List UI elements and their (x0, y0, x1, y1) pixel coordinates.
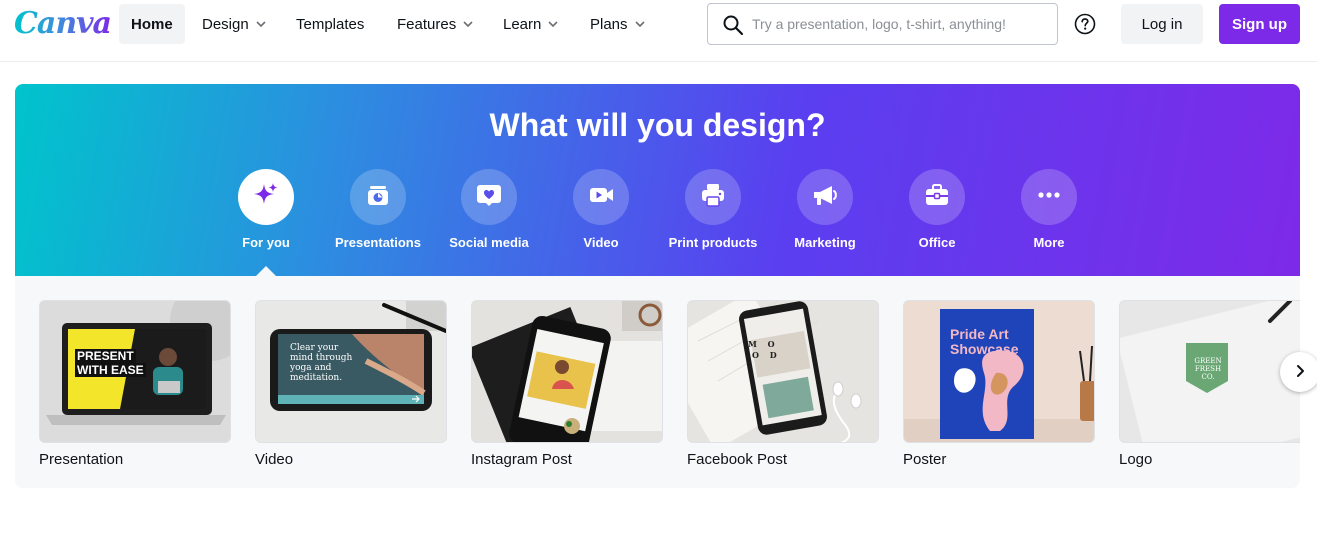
video-camera-icon (587, 181, 615, 214)
category-social-media[interactable]: Social media (433, 169, 545, 250)
thumbnail-text: GREEN FRESH CO. (1194, 357, 1222, 381)
template-card-label: Presentation (39, 451, 124, 468)
category-marketing[interactable]: Marketing (769, 169, 881, 250)
briefcase-icon (923, 181, 951, 214)
template-card-label: Video (255, 451, 294, 468)
category-label: More (1033, 235, 1065, 250)
template-card-label: Instagram Post (471, 451, 572, 468)
category-circle (461, 169, 517, 225)
template-thumbnail: M O O D (687, 300, 879, 443)
nav-templates[interactable]: Templates (284, 4, 376, 44)
category-circle (238, 169, 294, 225)
carousel-next-button[interactable] (1280, 352, 1317, 392)
category-presentations[interactable]: Presentations (322, 169, 434, 250)
thumbnail-text: Clear your mind through yoga and meditat… (290, 343, 353, 383)
thumbnail-text: Pride Art Showcase (950, 326, 1019, 357)
nav-plans-label: Plans (590, 15, 628, 33)
nav-home-label: Home (131, 15, 173, 33)
category-label: Marketing (794, 235, 856, 250)
template-card-label: Facebook Post (687, 451, 788, 468)
category-circle (685, 169, 741, 225)
sparkle-icon (252, 181, 280, 214)
active-category-pointer (256, 266, 276, 276)
template-thumbnail: Pride Art Showcase (903, 300, 1095, 443)
category-video[interactable]: Video (545, 169, 657, 250)
heart-chat-icon (475, 181, 503, 214)
template-card-logo[interactable]: GREEN FRESH CO. Logo (1119, 300, 1300, 468)
template-card-facebook-post[interactable]: M O O D Facebook Post (687, 300, 879, 468)
chevron-down-icon (462, 18, 474, 30)
login-button[interactable]: Log in (1121, 4, 1203, 44)
chevron-down-icon (255, 18, 267, 30)
nav-templates-label: Templates (296, 15, 365, 33)
category-label: For you (242, 235, 290, 250)
template-carousel: PRESENT WITH EASE Presentation Clear you… (15, 276, 1300, 488)
nav-plans[interactable]: Plans (578, 4, 658, 44)
category-for-you[interactable]: For you (210, 169, 322, 250)
category-label: Social media (449, 235, 529, 250)
canva-logo[interactable]: Canva (14, 6, 112, 41)
hero-title: What will you design? (489, 107, 826, 143)
search-input[interactable] (752, 4, 1052, 44)
category-circle (909, 169, 965, 225)
category-circle (797, 169, 853, 225)
hero-banner: What will you design? For you Presentati… (15, 84, 1300, 276)
phone-illustration (688, 301, 878, 442)
category-more[interactable]: More (993, 169, 1105, 250)
category-circle (1021, 169, 1077, 225)
signup-button[interactable]: Sign up (1219, 4, 1300, 44)
nav-design-label: Design (202, 15, 249, 33)
template-thumbnail: Clear your mind through yoga and meditat… (255, 300, 447, 443)
thumbnail-text: PRESENT WITH EASE (75, 349, 146, 377)
nav-design[interactable]: Design (190, 4, 279, 44)
nav-home[interactable]: Home (119, 4, 185, 44)
poster-illustration (904, 301, 1094, 442)
template-card-video[interactable]: Clear your mind through yoga and meditat… (255, 300, 447, 468)
template-thumbnail (471, 300, 663, 443)
help-icon[interactable] (1074, 13, 1096, 35)
category-label: Print products (668, 235, 758, 250)
phone-illustration (472, 301, 662, 442)
nav-learn-label: Learn (503, 15, 542, 33)
template-thumbnail: GREEN FRESH CO. (1119, 300, 1300, 443)
chevron-down-icon (547, 18, 559, 30)
nav-features[interactable]: Features (385, 4, 486, 44)
search-icon (722, 14, 744, 36)
search-box[interactable] (707, 3, 1058, 45)
template-card-label: Logo (1119, 451, 1153, 468)
category-label: Office (918, 235, 956, 250)
category-circle (350, 169, 406, 225)
category-label: Video (583, 235, 619, 250)
template-thumbnail: PRESENT WITH EASE (39, 300, 231, 443)
chevron-right-icon (1293, 364, 1307, 381)
nav-features-label: Features (397, 15, 457, 33)
template-card-instagram-post[interactable]: Instagram Post (471, 300, 663, 468)
more-dots-icon (1035, 181, 1063, 214)
category-print-products[interactable]: Print products (657, 169, 769, 250)
presentation-icon (364, 181, 392, 214)
printer-icon (699, 181, 727, 214)
category-office[interactable]: Office (881, 169, 993, 250)
template-card-label: Poster (903, 451, 947, 468)
nav-learn[interactable]: Learn (491, 4, 571, 44)
template-card-poster[interactable]: Pride Art Showcase Poster (903, 300, 1095, 468)
template-card-presentation[interactable]: PRESENT WITH EASE Presentation (39, 300, 231, 468)
category-label: Presentations (335, 235, 421, 250)
category-circle (573, 169, 629, 225)
megaphone-icon (811, 181, 839, 214)
thumbnail-text: M O O D (748, 339, 777, 360)
top-navigation: Canva Home Design Templates Features Lea… (0, 0, 1317, 62)
chevron-down-icon (634, 18, 646, 30)
